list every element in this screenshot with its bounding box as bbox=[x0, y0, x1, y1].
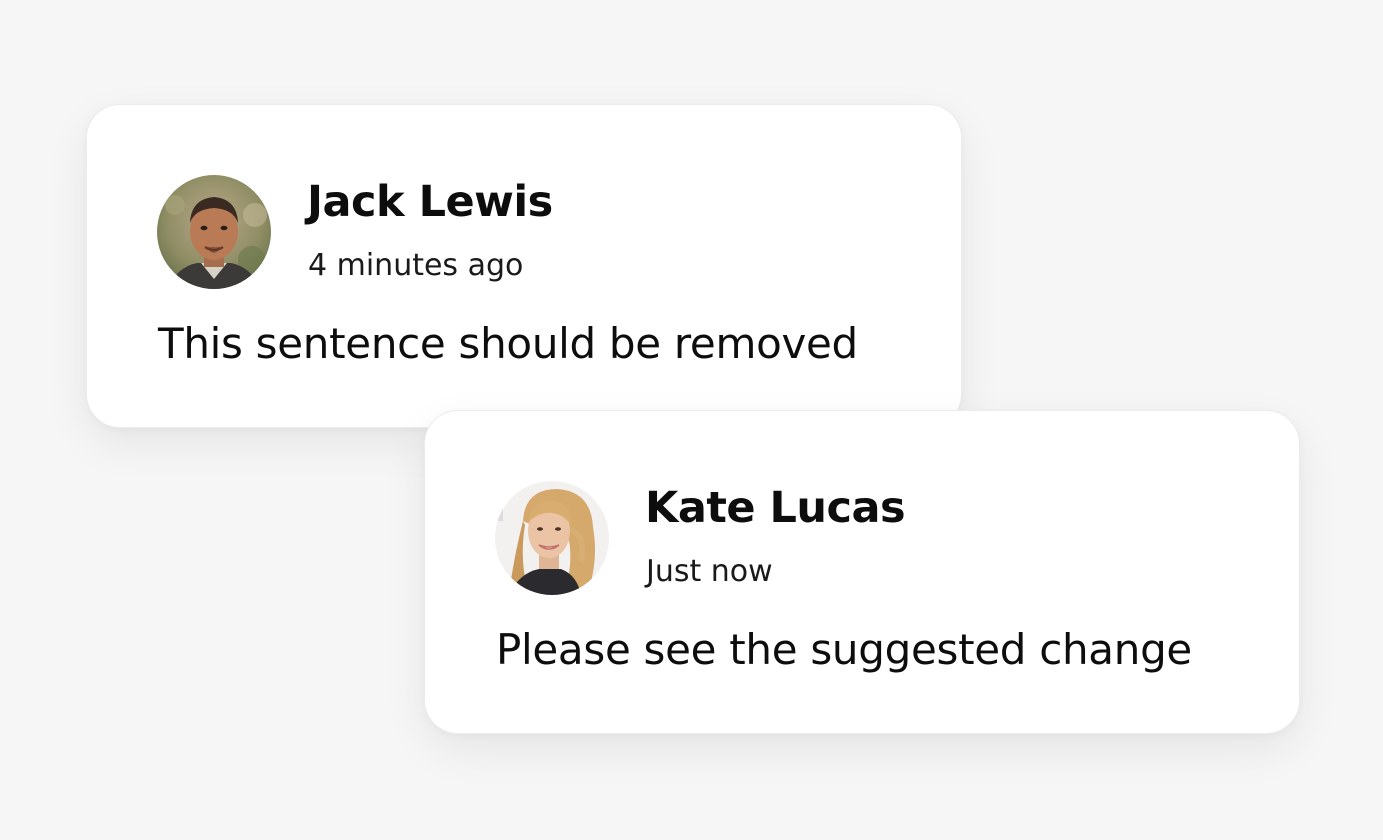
comments-canvas: Jack Lewis 4 minutes ago This sentence s… bbox=[0, 0, 1383, 840]
woman-portrait-avatar-icon bbox=[495, 481, 609, 595]
comment-text: Please see the suggested change bbox=[496, 625, 1192, 674]
man-portrait-avatar-icon bbox=[157, 175, 271, 289]
comment-text: This sentence should be removed bbox=[158, 319, 858, 368]
comment-card[interactable]: Jack Lewis 4 minutes ago This sentence s… bbox=[86, 104, 962, 428]
timestamp: 4 minutes ago bbox=[308, 248, 524, 283]
author-name: Kate Lucas bbox=[645, 483, 906, 533]
comment-card[interactable]: Kate Lucas Just now Please see the sugge… bbox=[424, 410, 1300, 734]
avatar[interactable] bbox=[157, 175, 271, 289]
author-name: Jack Lewis bbox=[307, 177, 553, 227]
avatar[interactable] bbox=[495, 481, 609, 595]
timestamp: Just now bbox=[646, 554, 773, 589]
